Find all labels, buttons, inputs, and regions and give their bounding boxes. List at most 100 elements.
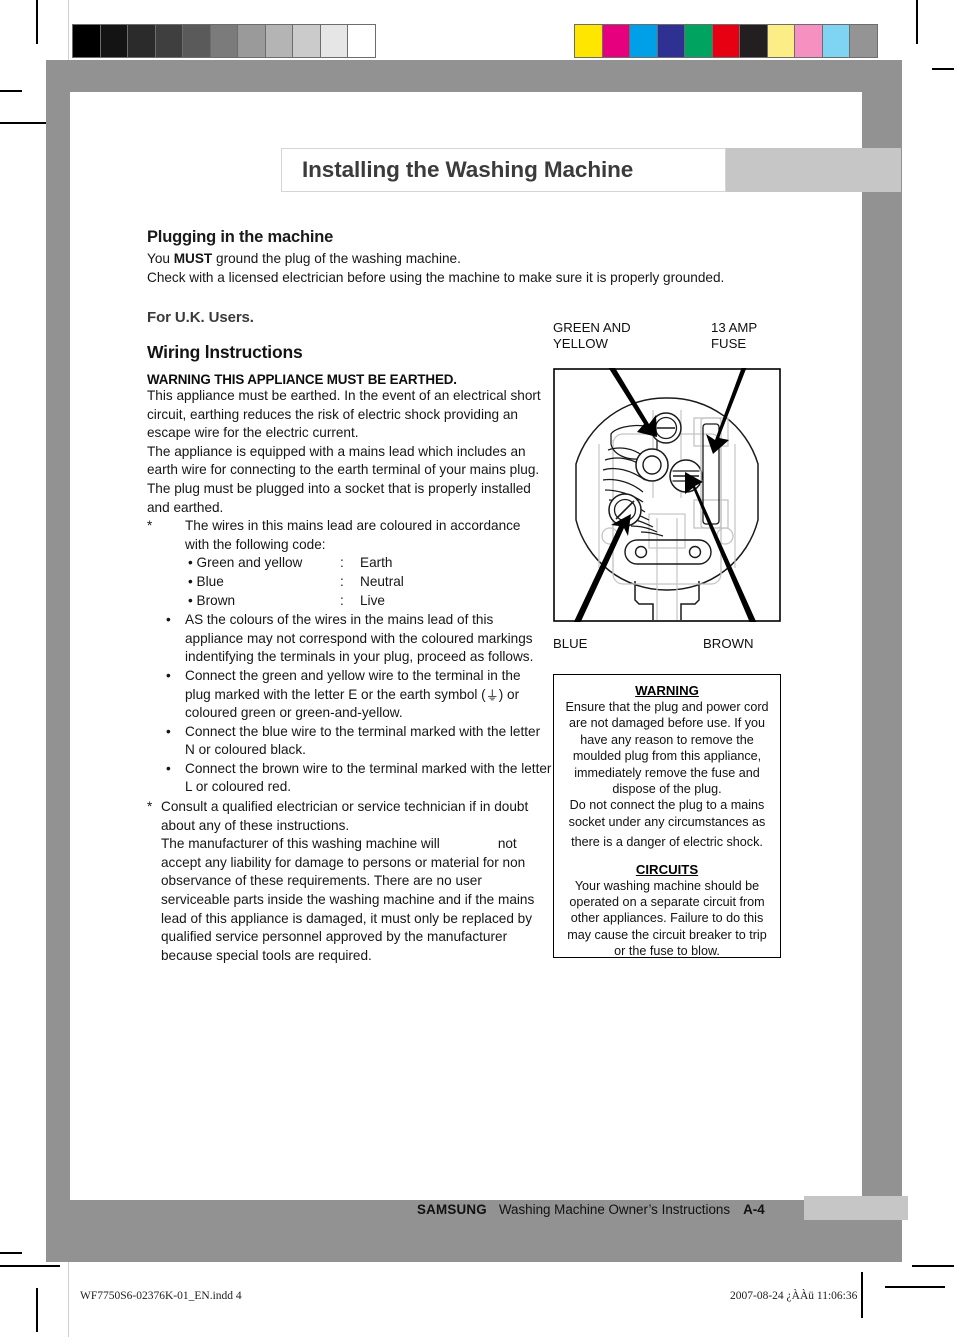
crop-mark-tr-h — [932, 68, 954, 70]
wire-colour-name: • Brown — [188, 592, 340, 611]
calibration-swatch — [795, 25, 823, 57]
warning-box-body-1: Ensure that the plug and power cord are … — [565, 700, 769, 797]
bullet-glyph: • — [166, 667, 171, 683]
crop-mark-br-h — [885, 1286, 945, 1288]
bullet-text: Connect the brown wire to the terminal m… — [185, 760, 552, 795]
figure-label-text: BLUE — [553, 636, 588, 651]
warning-box-heading: WARNING — [635, 683, 699, 698]
print-slug-filename: WF7750S6-02376K-01_EN.indd 4 — [80, 1290, 242, 1302]
calibration-swatch — [850, 25, 877, 57]
paragraph-socket: The plug must be plugged into a socket t… — [147, 480, 531, 515]
calibration-swatch — [73, 25, 101, 57]
calibration-swatch — [767, 25, 796, 57]
circuits-heading: CIRCUITS — [635, 861, 699, 877]
wire-function: Live — [360, 592, 385, 608]
calibration-swatch — [575, 25, 603, 57]
colon-separator: : — [340, 592, 344, 608]
page-title: Installing the Washing Machine — [302, 157, 634, 182]
page-footer: SAMSUNG Washing Machine Owner’s Instruct… — [417, 1196, 765, 1222]
chapter-thumb-tab — [726, 148, 901, 192]
lead-text-1-post: ground the plug of the washing machine. — [212, 251, 461, 266]
liability-text-post: accept any liability for damage to perso… — [161, 854, 535, 963]
paragraph-earthing-explanation: This appliance must be earthed. In the e… — [147, 388, 541, 441]
calibration-swatch — [128, 25, 156, 57]
warning-circuits-box: WARNING Ensure that the plug and power c… — [553, 674, 781, 958]
calibration-swatch — [183, 25, 211, 57]
wire-name: Green and yellow — [196, 555, 303, 571]
bullet-text: AS the colours of the wires in the mains… — [185, 612, 534, 665]
figure-label-13-amp-fuse: 13 AMP FUSE — [711, 320, 757, 352]
list-item: • Green and yellow : Earth — [147, 554, 547, 573]
calibration-swatch — [238, 25, 266, 57]
star-marker: * — [147, 518, 153, 534]
figure-label-line-1: GREEN AND — [553, 320, 631, 335]
wire-name: Blue — [196, 573, 224, 589]
calibration-swatch — [657, 25, 686, 57]
star-item-wire-colours: * The wires in this mains lead are colou… — [147, 517, 547, 554]
calibration-swatch — [265, 25, 294, 57]
figure-label-blue: BLUE — [553, 636, 587, 652]
liability-text: The manufacturer of this washing machine… — [161, 835, 547, 965]
colon-separator: : — [340, 555, 344, 571]
calibration-swatch — [712, 25, 741, 57]
star-marker: * — [147, 799, 153, 815]
warning-box-body-2: Do not connect the plug to a mains socke… — [568, 798, 766, 829]
calibration-swatch — [348, 25, 375, 57]
wire-colour-name: • Green and yellow — [188, 554, 340, 573]
figure-label-brown: BROWN — [703, 636, 754, 652]
wire-name: Brown — [196, 592, 236, 608]
calibration-swatch — [740, 25, 768, 57]
earth-ground-symbol-icon: ⏚ — [485, 687, 499, 703]
chapter-title-box: Installing the Washing Machine — [281, 148, 726, 192]
grayscale-step-wedge — [72, 24, 376, 58]
plug-diagram-figure: GREEN AND YELLOW 13 AMP FUSE BLUE BROWN — [553, 320, 785, 660]
crop-mark-br-h2 — [912, 1265, 954, 1267]
bullet-glyph: • — [166, 723, 171, 739]
crop-mark-br-v — [861, 1272, 863, 1318]
warning-box-body-3: there is a danger of electric shock. — [571, 835, 763, 850]
heading-for-uk-users: For U.K. Users. — [147, 309, 254, 326]
calibration-swatch — [630, 25, 658, 57]
calibration-swatch — [320, 25, 349, 57]
crop-mark-tl-h — [0, 90, 22, 92]
bullet-glyph: • — [166, 612, 171, 628]
samsung-wordmark: SAMSUNG — [417, 1201, 487, 1217]
list-item: • Brown : Live — [147, 592, 547, 611]
footer-doc-title: Washing Machine Owner’s Instructions — [498, 1201, 731, 1217]
bullet-glyph: • — [166, 760, 171, 776]
wire-function: Neutral — [360, 573, 404, 589]
print-slug-timestamp: 2007-08-24 ¿ÀÀü 11:06:36 — [730, 1290, 858, 1302]
figure-label-line-2: YELLOW — [553, 336, 608, 351]
footer-thumb-tab — [804, 1196, 908, 1220]
star-item-consult-electrician: * Consult a qualified electrician or ser… — [147, 798, 547, 835]
wire-colour-name: • Blue — [188, 573, 340, 592]
bullet-text-pre: Connect the green and yellow wire to the… — [185, 667, 521, 702]
chapter-header: Installing the Washing Machine — [281, 148, 901, 192]
star-item-text: The wires in this mains lead are coloure… — [185, 518, 521, 552]
paragraph-manufacturer-liability: The manufacturer of this washing machine… — [147, 835, 547, 965]
list-item: • Connect the brown wire to the terminal… — [147, 760, 552, 797]
crop-mark-bl-v — [36, 1288, 38, 1332]
section-heading-plugging: Plugging in the machine — [147, 228, 334, 246]
figure-label-line-2: FUSE — [711, 336, 747, 351]
calibration-swatch — [155, 25, 184, 57]
warning-must-be-earthed: WARNING THIS APPLIANCE MUST BE EARTHED. — [147, 372, 457, 387]
main-text-column: Plugging in the machine You MUST ground … — [147, 228, 724, 965]
warning-box-spacer — [561, 851, 773, 862]
calibration-swatch — [685, 25, 713, 57]
liability-text-pre: The manufacturer of this washing machine… — [161, 836, 440, 852]
registration-line-left — [0, 1252, 22, 1254]
list-item: • Blue : Neutral — [147, 573, 547, 592]
page-number: A-4 — [743, 1201, 765, 1217]
calibration-swatch — [293, 25, 321, 57]
plug-internals-illustration — [553, 368, 781, 622]
bullet-text: Connect the green and yellow wire to the… — [185, 667, 547, 723]
list-item: • AS the colours of the wires in the mai… — [147, 611, 547, 667]
wire-function: Earth — [360, 555, 393, 571]
figure-label-line-1: 13 AMP — [711, 320, 758, 335]
calibration-swatch — [602, 25, 631, 57]
calibration-swatch — [822, 25, 851, 57]
figure-label-green-and-yellow: GREEN AND YELLOW — [553, 320, 631, 352]
heading-wiring-instructions: Wiring lnstructions — [147, 342, 303, 362]
